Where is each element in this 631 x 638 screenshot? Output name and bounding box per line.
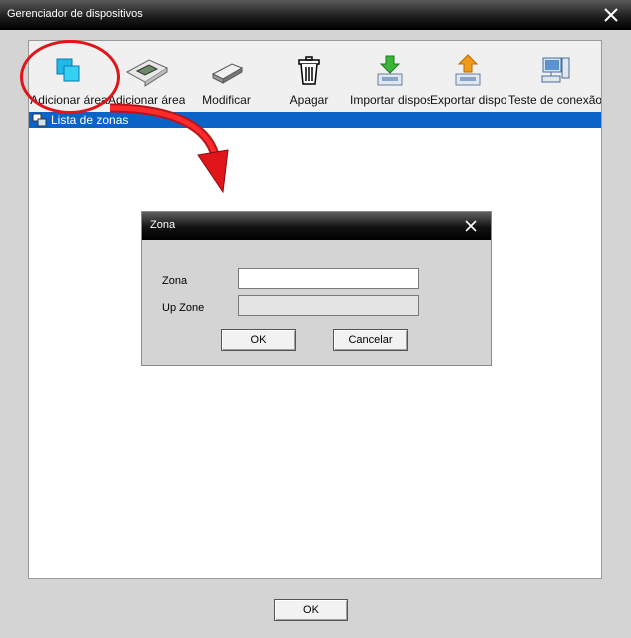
import-device-button[interactable]: Importar dispositivo <box>350 41 430 111</box>
import-icon <box>377 55 403 86</box>
main-ok-button[interactable]: OK <box>274 599 348 621</box>
dialog-cancel-button[interactable]: Cancelar <box>333 329 408 351</box>
up-zone-input[interactable] <box>238 295 419 316</box>
zone-dialog-title: Zona <box>150 219 176 231</box>
zone-dialog: Zona Zona Up Zone OK Cancelar <box>141 211 492 366</box>
window-title: Gerenciador de dispositivos <box>7 8 143 20</box>
delete-button[interactable]: Apagar <box>279 41 339 111</box>
trash-icon <box>298 56 320 85</box>
circuit-board-icon <box>125 59 168 87</box>
usb-drive-icon <box>211 63 243 84</box>
dialog-ok-button[interactable]: OK <box>221 329 296 351</box>
annotation-arrow-icon <box>109 103 229 194</box>
import-device-label: Importar dispositivo <box>350 93 430 107</box>
zone-dialog-titlebar: Zona <box>142 212 491 240</box>
connection-test-button[interactable]: Teste de conexão <box>508 41 601 111</box>
export-icon <box>455 54 481 86</box>
connection-test-label: Teste de conexão <box>508 93 601 107</box>
export-device-label: Exportar dispositivo <box>430 93 506 107</box>
zone-list-icon <box>32 113 47 127</box>
network-test-icon <box>541 57 569 83</box>
delete-label: Apagar <box>289 93 329 107</box>
zone-input[interactable] <box>238 268 419 289</box>
zone-label: Zona <box>162 275 188 287</box>
export-device-button[interactable]: Exportar dispositivo <box>430 41 506 111</box>
close-icon[interactable] <box>463 218 479 234</box>
up-zone-label: Up Zone <box>162 302 205 314</box>
close-icon[interactable] <box>601 5 621 25</box>
window-titlebar: Gerenciador de dispositivos <box>0 0 631 30</box>
